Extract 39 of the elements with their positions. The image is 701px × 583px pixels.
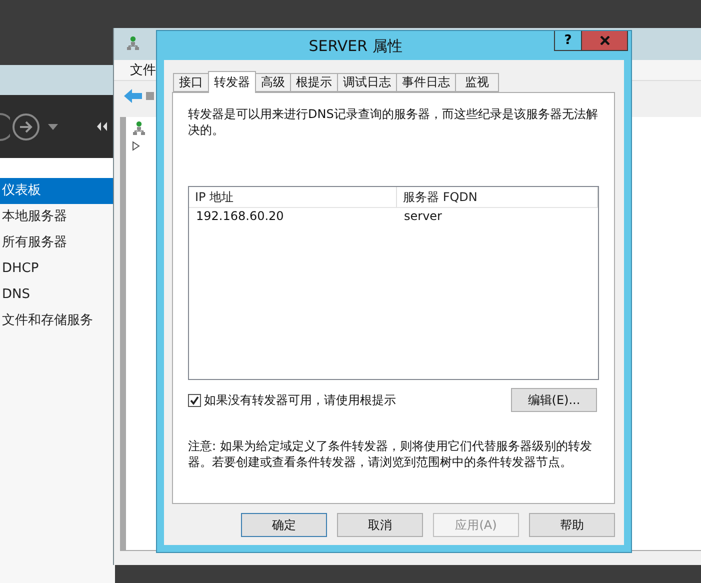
tab[interactable]: 调试日志 — [337, 73, 397, 92]
note-text: 注意: 如果为给定域定义了条件转发器，则将使用它们代替服务器级别的转发器。若要创建或查看条件转发器，请浏览到范围树中的条件转发器节点。 — [188, 438, 593, 470]
tab[interactable]: 根提示 — [290, 73, 338, 92]
dialog-button[interactable]: 确定 — [241, 513, 327, 537]
dropdown-icon[interactable] — [48, 124, 58, 130]
tab[interactable]: 接口 — [173, 73, 209, 92]
close-icon — [600, 36, 610, 45]
column-header[interactable]: IP 地址 — [189, 187, 397, 208]
menu-item[interactable]: 文件 — [130, 61, 156, 79]
tab[interactable]: 转发器 — [208, 71, 256, 93]
expand-icon[interactable] — [132, 141, 140, 151]
sidebar-item[interactable]: 文件和存储服务 — [0, 308, 115, 334]
dialog-button[interactable]: 取消 — [337, 513, 423, 537]
help-button[interactable]: ? — [554, 31, 582, 51]
sidebar-item[interactable]: DNS — [0, 282, 115, 308]
forwarders-list[interactable]: IP 地址 服务器 FQDN 192.168.60.20 server — [188, 186, 599, 380]
server-icon — [132, 121, 146, 137]
close-button[interactable] — [582, 31, 628, 51]
forward-icon[interactable] — [12, 112, 40, 140]
tab[interactable]: 监视 — [455, 73, 499, 92]
tab[interactable]: 高级 — [255, 73, 291, 92]
description-text: 转发器是可以用来进行DNS记录查询的服务器，而这些纪录是该服务器无法解决的。 — [188, 106, 599, 138]
table-cell-text: 192.168.60.20 — [195, 208, 285, 225]
sidebar-item[interactable]: 所有服务器 — [0, 230, 115, 256]
table-cell-text: server — [403, 208, 443, 225]
edit-button[interactable]: 编辑(E)... — [511, 388, 597, 412]
column-header[interactable]: 服务器 FQDN — [397, 187, 598, 208]
checkbox-label: 如果没有转发器可用，请使用根提示 — [204, 392, 396, 408]
dialog-button[interactable]: 帮助 — [529, 513, 615, 537]
sidebar-item[interactable]: DHCP — [0, 256, 115, 282]
sidebar-item[interactable]: 仪表板 — [0, 178, 115, 204]
back-icon[interactable] — [0, 112, 10, 140]
tab[interactable]: 事件日志 — [396, 73, 456, 92]
dialog-title: SERVER 属性 — [308, 36, 404, 56]
collapse-icon[interactable] — [97, 122, 107, 131]
network-icon — [126, 36, 140, 52]
back-arrow-icon[interactable] — [124, 89, 142, 103]
sidebar-item[interactable]: 本地服务器 — [0, 204, 115, 230]
checkbox[interactable] — [188, 394, 201, 406]
